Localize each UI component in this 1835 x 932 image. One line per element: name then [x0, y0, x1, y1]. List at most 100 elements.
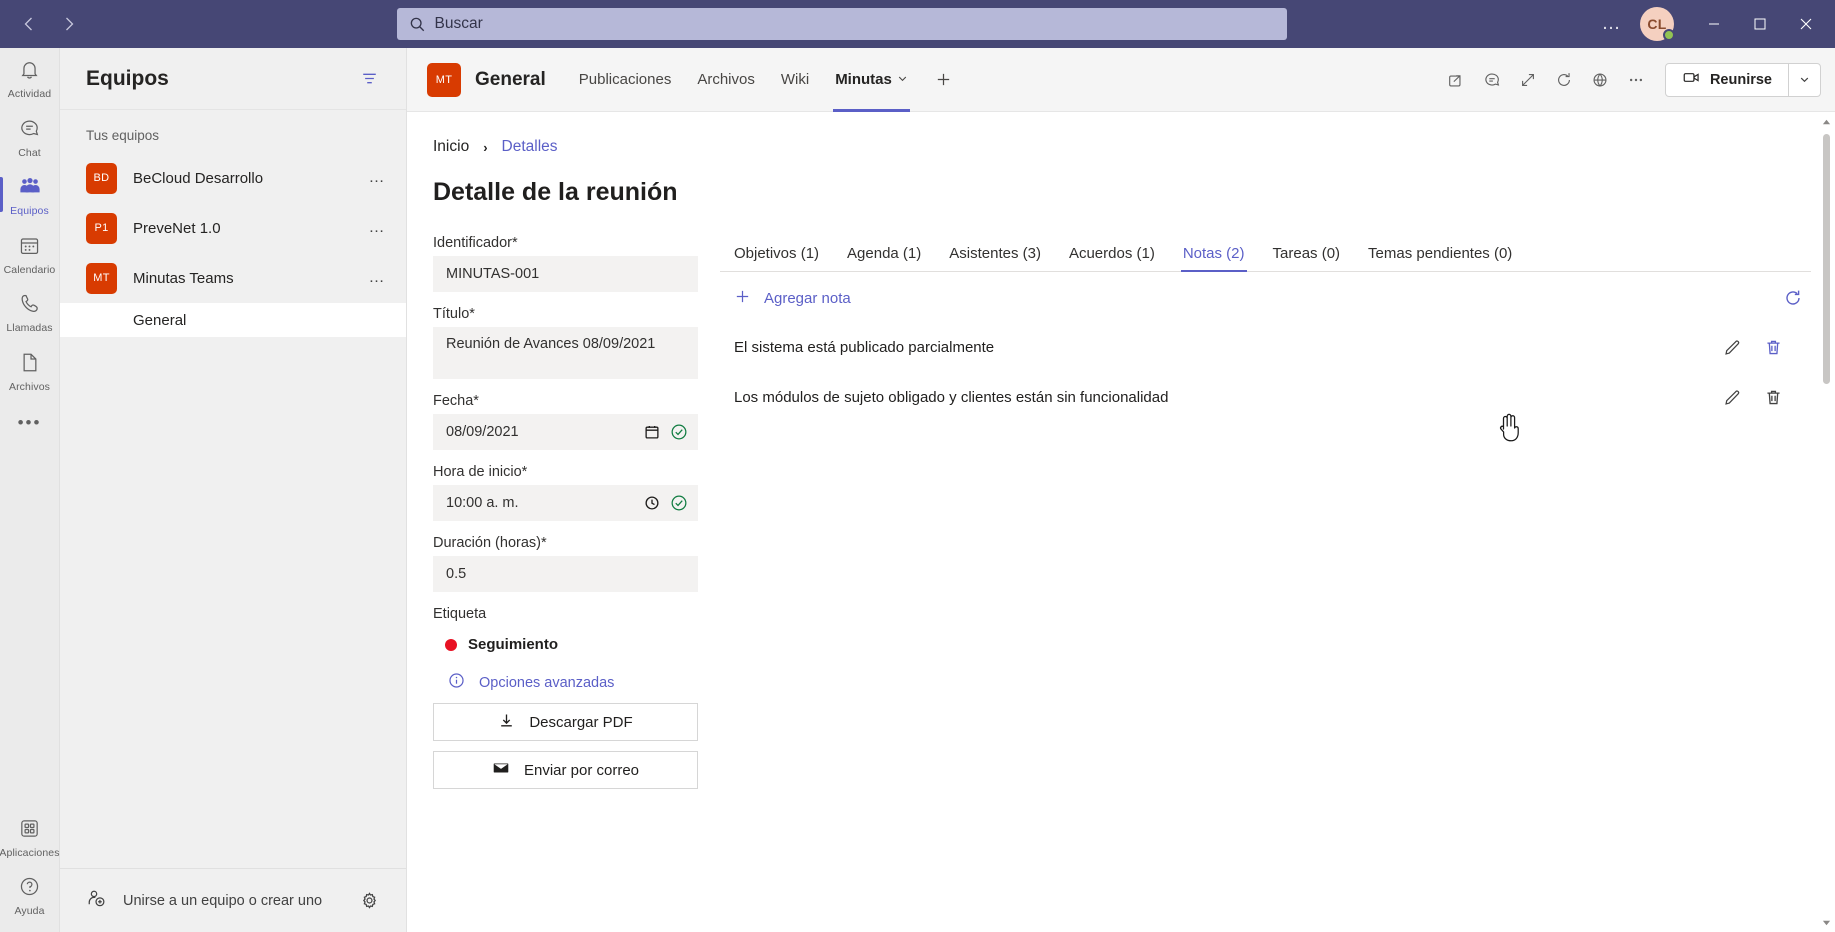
tab-wiki[interactable]: Wiki [768, 48, 822, 112]
identificador-input[interactable]: MINUTAS-001 [433, 256, 698, 292]
enviar-correo-button[interactable]: Enviar por correo [433, 751, 698, 789]
field-value: Reunión de Avances 08/09/2021 [446, 336, 656, 352]
field-value: 10:00 a. m. [446, 494, 519, 511]
team-row[interactable]: MT Minutas Teams … [60, 253, 406, 303]
breadcrumb-detalles[interactable]: Detalles [502, 138, 558, 156]
field-etiqueta: Etiqueta Seguimiento [433, 606, 698, 653]
rail-item-calendario[interactable]: Calendario [0, 224, 60, 283]
pencil-icon[interactable] [1723, 338, 1742, 357]
close-button[interactable] [1783, 0, 1829, 48]
field-label: Título* [433, 306, 475, 322]
globe-icon[interactable] [1583, 63, 1617, 97]
duracion-input[interactable]: 0.5 [433, 556, 698, 592]
refresh-notes-icon[interactable] [1779, 284, 1807, 312]
clock-picker-icon[interactable] [644, 495, 660, 511]
tag-label-text: Seguimiento [468, 636, 559, 653]
rail-label-equipos: Equipos [10, 205, 49, 218]
rail-item-aplicaciones[interactable]: Aplicaciones [0, 807, 60, 866]
maximize-button[interactable] [1737, 0, 1783, 48]
trash-icon[interactable] [1764, 388, 1783, 407]
breadcrumb-separator-icon: › [483, 139, 488, 155]
content-scrollbar[interactable] [1822, 112, 1833, 932]
breadcrumb: Inicio › Detalles [433, 138, 1835, 156]
meet-button[interactable]: Reunirse [1666, 64, 1788, 96]
hora-inicio-input[interactable]: 10:00 a. m. [433, 485, 698, 521]
detail-tab-notas[interactable]: Notas (2) [1169, 239, 1259, 272]
rail-item-equipos[interactable]: Equipos [0, 165, 60, 224]
channel-row-general[interactable]: General [60, 303, 406, 337]
search-input[interactable]: Buscar [396, 8, 1287, 40]
tag-color-dot [445, 638, 457, 651]
calendar-icon [18, 234, 41, 262]
refresh-icon[interactable] [1547, 63, 1581, 97]
field-label: Etiqueta [433, 606, 487, 622]
breadcrumb-inicio[interactable]: Inicio [433, 138, 469, 156]
trash-icon[interactable] [1764, 338, 1783, 357]
team-row[interactable]: BD BeCloud Desarrollo … [60, 153, 406, 203]
app-rail: Actividad Chat Equipos Calendario Llamad… [0, 48, 60, 932]
avatar[interactable]: CL [1637, 4, 1677, 44]
opciones-avanzadas-link[interactable]: Opciones avanzadas [448, 672, 698, 693]
meet-button-group: Reunirse [1664, 62, 1821, 97]
plus-icon [734, 288, 751, 309]
detail-tab-objetivos[interactable]: Objetivos (1) [720, 239, 833, 271]
team-more-options-icon[interactable]: … [363, 219, 393, 237]
field-value: 0.5 [446, 565, 467, 582]
open-in-new-window-icon[interactable] [1439, 63, 1473, 97]
chat-about-icon[interactable] [1475, 63, 1509, 97]
more-options-icon[interactable]: … [1593, 6, 1629, 42]
search-placeholder-text: Buscar [434, 15, 483, 32]
tab-publicaciones[interactable]: Publicaciones [566, 48, 685, 112]
detail-tab-asistentes[interactable]: Asistentes (3) [935, 239, 1055, 271]
rail-label-aplicaciones: Aplicaciones [0, 846, 60, 859]
minimize-button[interactable] [1691, 0, 1737, 48]
rail-item-chat[interactable]: Chat [0, 107, 60, 166]
field-hora-inicio: Hora de inicio* 10:00 a. m. [433, 464, 698, 521]
tab-label: Publicaciones [578, 71, 672, 88]
team-more-options-icon[interactable]: … [363, 169, 393, 187]
rail-item-ayuda[interactable]: Ayuda [0, 865, 60, 932]
back-button[interactable] [12, 7, 46, 41]
team-row[interactable]: P1 PreveNet 1.0 … [60, 203, 406, 253]
rail-item-actividad[interactable]: Actividad [0, 48, 60, 107]
gear-icon[interactable] [355, 886, 384, 915]
detail-tab-agenda[interactable]: Agenda (1) [833, 239, 935, 271]
scroll-down-arrow[interactable] [1819, 914, 1833, 930]
app-body: Actividad Chat Equipos Calendario Llamad… [0, 48, 1835, 932]
rail-label-ayuda: Ayuda [14, 905, 45, 918]
detail-tab-acuerdos[interactable]: Acuerdos (1) [1055, 239, 1169, 271]
calendar-picker-icon[interactable] [644, 424, 660, 440]
mail-icon [492, 759, 510, 781]
field-duracion: Duración (horas)* 0.5 [433, 535, 698, 592]
status-badge: Seguimiento [433, 627, 698, 653]
chevron-down-icon[interactable] [897, 73, 908, 87]
page-title-equipos: Equipos [86, 66, 169, 90]
scrollbar-thumb[interactable] [1823, 134, 1830, 384]
forward-button[interactable] [52, 7, 86, 41]
expand-icon[interactable] [1511, 63, 1545, 97]
agregar-nota-button[interactable]: Agregar nota [734, 288, 851, 309]
rail-label-calendario: Calendario [3, 263, 56, 276]
more-dots: … [1601, 13, 1621, 34]
fecha-input[interactable]: 08/09/2021 [433, 414, 698, 450]
pencil-icon[interactable] [1723, 388, 1742, 407]
tab-archivos[interactable]: Archivos [684, 48, 768, 112]
sidebar-list: Tus equipos BD BeCloud Desarrollo … P1 P… [60, 110, 406, 868]
detail-tab-temas-pendientes[interactable]: Temas pendientes (0) [1354, 239, 1526, 271]
rail-item-llamadas[interactable]: Llamadas [0, 282, 60, 341]
note-actions [1723, 388, 1803, 407]
rail-more-apps-button[interactable]: ••• [18, 399, 42, 447]
team-more-options-icon[interactable]: … [363, 269, 393, 287]
detail-tab-tareas[interactable]: Tareas (0) [1259, 239, 1355, 271]
add-tab-button[interactable] [921, 48, 966, 112]
descargar-pdf-button[interactable]: Descargar PDF [433, 703, 698, 741]
scroll-up-arrow[interactable] [1819, 114, 1833, 130]
tab-minutas[interactable]: Minutas [822, 48, 921, 112]
titulo-input[interactable]: Reunión de Avances 08/09/2021 [433, 327, 698, 379]
filter-icon[interactable] [355, 64, 384, 93]
meet-dropdown-button[interactable] [1788, 63, 1820, 96]
join-or-create-team-button[interactable]: Unirse a un equipo o crear uno [86, 888, 322, 913]
rail-item-archivos[interactable]: Archivos [0, 341, 60, 400]
more-options-icon[interactable] [1619, 63, 1653, 97]
note-row: Los módulos de sujeto obligado y cliente… [720, 372, 1811, 422]
